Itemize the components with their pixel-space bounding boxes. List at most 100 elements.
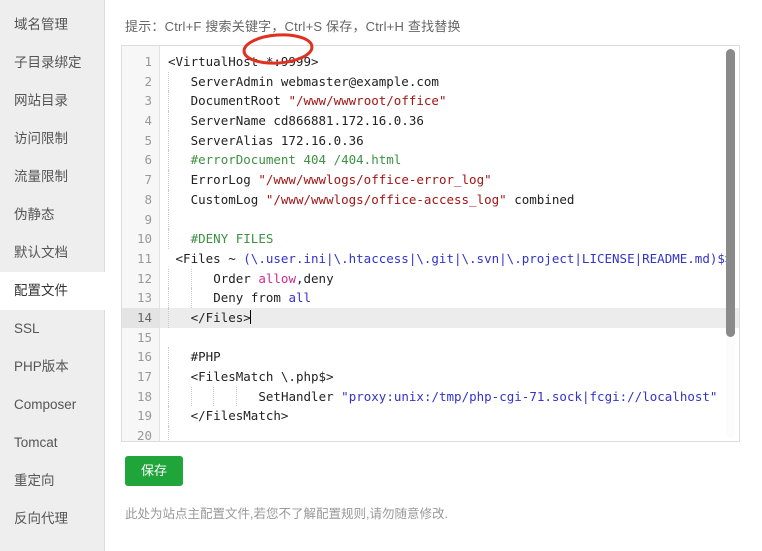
- editor-footer: 保存 此处为站点主配置文件,若您不了解配置规则,请勿随意修改.: [121, 442, 740, 522]
- code-token: ErrorLog: [190, 172, 259, 188]
- indent-guide-icon: [190, 386, 214, 407]
- sidebar-item-10[interactable]: Composer: [0, 386, 104, 424]
- sidebar-item-label: SSL: [14, 321, 40, 336]
- sidebar-item-0[interactable]: 域名管理: [0, 6, 104, 44]
- code-token: #errorDocument 404 /404.html: [190, 152, 402, 168]
- indent-guide-icon: [168, 170, 191, 190]
- code-token: ServerName cd866881.172.16.0.36: [190, 113, 424, 129]
- code-token: </Files>: [190, 309, 251, 325]
- code-line[interactable]: ErrorLog "/www/wwwlogs/office-error_log": [160, 170, 739, 190]
- indent-guide-icon: [168, 209, 191, 230]
- line-number: 1: [144, 54, 152, 69]
- indent-guide-icon: [190, 268, 214, 289]
- main-panel: 提示：Ctrl+F 搜索关键字，Ctrl+S 保存，Ctrl+H 查找替换 12…: [105, 0, 762, 551]
- code-token: ServerAdmin webmaster@example.com: [190, 73, 439, 89]
- editor-scrollbar-thumb[interactable]: [726, 49, 735, 337]
- indent-guide-icon: [168, 111, 191, 131]
- code-line[interactable]: #PHP: [160, 347, 739, 367]
- code-line[interactable]: <VirtualHost *:9999>: [160, 52, 739, 72]
- line-number: 3: [144, 93, 152, 109]
- line-number: 11: [136, 250, 152, 266]
- code-token: </FilesMatch>: [190, 408, 289, 424]
- sidebar-list: 域名管理子目录绑定网站目录访问限制流量限制伪静态默认文档配置文件 SSL PHP版本…: [0, 6, 106, 538]
- indent-guide-icon: [213, 386, 236, 407]
- line-number: 10: [136, 231, 152, 247]
- code-token: <Files ~: [168, 250, 244, 266]
- code-editor[interactable]: 12345678910111213141516171819202122 <Vir…: [121, 45, 740, 442]
- save-button[interactable]: 保存: [125, 456, 184, 486]
- sidebar-item-label: 子目录绑定: [14, 55, 82, 70]
- sidebar-item-2[interactable]: 网站目录: [0, 82, 104, 120]
- code-area[interactable]: 12345678910111213141516171819202122 <Vir…: [122, 46, 739, 441]
- code-token: allow: [258, 270, 296, 286]
- sidebar-item-3[interactable]: 访问限制: [0, 120, 104, 158]
- code-line[interactable]: ServerAdmin webmaster@example.com: [160, 71, 739, 92]
- indent-guide-icon: [168, 71, 191, 92]
- code-line[interactable]: #errorDocument 404 /404.html: [160, 150, 739, 170]
- code-token: CustomLog: [190, 191, 266, 207]
- code-line[interactable]: Order allow,deny: [160, 268, 739, 289]
- sidebar-item-12[interactable]: 重定向: [0, 462, 104, 500]
- sidebar-item-label: 域名管理: [14, 17, 68, 32]
- code-line[interactable]: [160, 426, 739, 441]
- code-line[interactable]: </FilesMatch>: [160, 406, 739, 426]
- sidebar-item-label: 重定向: [14, 473, 55, 488]
- code-content[interactable]: <VirtualHost *:9999> ServerAdmin webmaste…: [160, 46, 739, 441]
- code-line[interactable]: <Files ~ (\.user.ini|\.htaccess|\.git|\.…: [160, 249, 739, 269]
- line-number: 18: [136, 388, 152, 404]
- line-number: 19: [136, 408, 152, 424]
- indent-guide-icon: [168, 130, 191, 151]
- page-root: 域名管理子目录绑定网站目录访问限制流量限制伪静态默认文档配置文件 SSL PHP版本…: [0, 0, 762, 551]
- indent-guide-icon: [168, 426, 191, 441]
- hint-text: 提示：Ctrl+F 搜索关键字，Ctrl+S 保存，Ctrl+H 查找替换: [125, 19, 461, 34]
- sidebar-item-label: 反向代理: [14, 511, 68, 526]
- sidebar-item-11[interactable]: Tomcat: [0, 424, 104, 462]
- line-number: 12: [136, 270, 152, 286]
- code-line[interactable]: <FilesMatch \.php$>: [160, 367, 739, 387]
- sidebar-item-label: 默认文档: [14, 245, 68, 260]
- sidebar-item-13[interactable]: 反向代理: [0, 500, 104, 538]
- code-line[interactable]: CustomLog "/www/wwwlogs/office-access_lo…: [160, 189, 739, 210]
- code-token: all: [288, 290, 312, 306]
- sidebar: 域名管理子目录绑定网站目录访问限制流量限制伪静态默认文档配置文件 SSL PHP版本…: [0, 0, 106, 551]
- sidebar-item-8[interactable]: SSL: [0, 310, 104, 348]
- sidebar-item-label: 伪静态: [14, 207, 55, 222]
- code-line[interactable]: [160, 209, 739, 230]
- indent-guide-icon: [168, 406, 191, 426]
- line-number: 8: [144, 191, 152, 207]
- code-token: "/www/wwwlogs/office-error_log": [258, 172, 492, 188]
- code-line[interactable]: </Files>: [160, 307, 739, 328]
- text-cursor: [249, 309, 251, 324]
- indent-guide-icon: [168, 150, 191, 170]
- sidebar-item-label: 访问限制: [14, 131, 68, 146]
- code-line[interactable]: ServerName cd866881.172.16.0.36: [160, 111, 739, 131]
- code-line[interactable]: DocumentRoot "/www/wwwroot/office": [160, 91, 739, 111]
- code-token: "/www/wwwroot/office": [288, 93, 447, 109]
- indent-guide-icon: [235, 386, 259, 407]
- sidebar-item-4[interactable]: 流量限制: [0, 158, 104, 196]
- indent-guide-icon: [168, 386, 191, 407]
- code-line[interactable]: Deny from all: [160, 288, 739, 308]
- code-line[interactable]: [160, 328, 739, 348]
- code-line[interactable]: SetHandler "proxy:unix:/tmp/php-cgi-71.s…: [160, 386, 739, 407]
- indent-guide-icon: [168, 189, 191, 210]
- code-line[interactable]: #DENY FILES: [160, 229, 739, 249]
- line-number: 4: [144, 113, 152, 129]
- code-token: ServerAlias 172.16.0.36: [190, 132, 364, 148]
- code-token: <FilesMatch \.php$>: [190, 369, 334, 384]
- sidebar-item-label: Composer: [14, 397, 77, 412]
- code-token: #PHP: [190, 349, 221, 365]
- editor-scrollbar-track[interactable]: [726, 49, 735, 438]
- code-token: combined: [506, 191, 575, 207]
- indent-guide-icon: [168, 367, 191, 387]
- sidebar-item-1[interactable]: 子目录绑定: [0, 44, 104, 82]
- indent-guide-icon: [168, 268, 191, 289]
- sidebar-item-9[interactable]: PHP版本: [0, 348, 104, 386]
- sidebar-item-5[interactable]: 伪静态: [0, 196, 104, 234]
- code-line[interactable]: ServerAlias 172.16.0.36: [160, 130, 739, 151]
- indent-guide-icon: [168, 229, 191, 249]
- sidebar-item-6[interactable]: 默认文档: [0, 234, 104, 272]
- sidebar-item-7[interactable]: 配置文件: [0, 272, 106, 310]
- line-number-gutter: 12345678910111213141516171819202122: [122, 46, 160, 441]
- sidebar-item-label: 流量限制: [14, 169, 68, 184]
